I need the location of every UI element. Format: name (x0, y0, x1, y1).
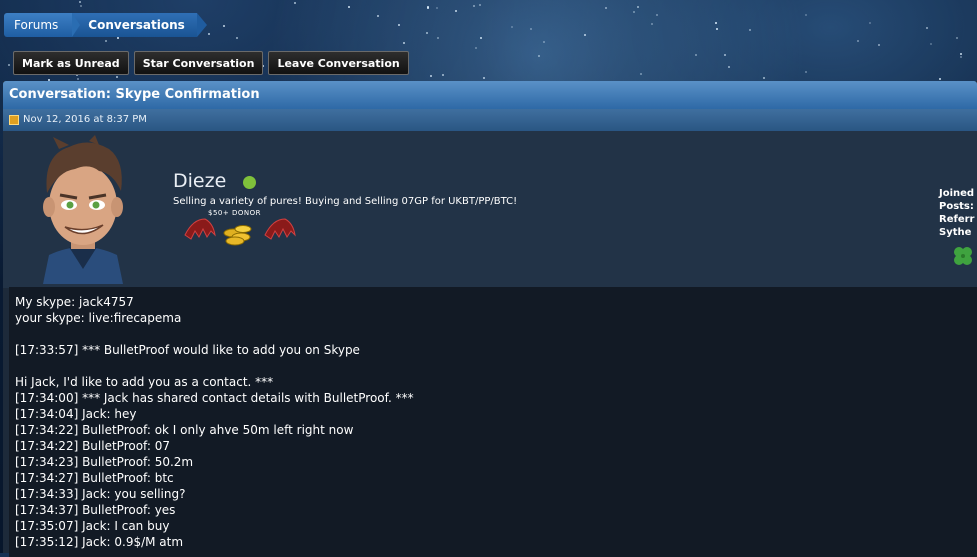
user-title: Selling a variety of pures! Buying and S… (173, 196, 518, 207)
star-decoration (480, 37, 482, 39)
star-decoration (926, 27, 928, 29)
star-decoration (430, 75, 432, 77)
star-decoration (473, 5, 475, 7)
breadcrumb: Forums Conversations (4, 13, 207, 37)
message-line: [17:34:04] Jack: hey (15, 407, 137, 421)
star-decoration (426, 32, 428, 34)
conversation-title: Conversation: Skype Confirmation (3, 81, 977, 109)
star-decoration (105, 40, 107, 42)
star-decoration (584, 34, 586, 36)
star-decoration (857, 40, 859, 42)
star-decoration (538, 55, 540, 57)
star-decoration (77, 78, 79, 80)
breadcrumb-conversations[interactable]: Conversations (72, 13, 207, 37)
breadcrumb-forums[interactable]: Forums (4, 13, 81, 37)
message-date[interactable]: Nov 12, 2016 at 8:37 PM (23, 109, 147, 131)
star-decoration (805, 14, 807, 16)
username[interactable]: Dieze (173, 170, 226, 192)
star-decoration (939, 78, 941, 80)
star-decoration (117, 37, 119, 39)
message-line: [17:35:12] Jack: 0.9$/M atm (15, 535, 184, 549)
mark-unread-button[interactable]: Mark as Unread (13, 51, 129, 75)
online-status-icon (243, 176, 256, 189)
stat-posts: Posts: (939, 201, 974, 212)
star-decoration (475, 47, 477, 49)
star-decoration (236, 37, 238, 39)
star-decoration (79, 1, 81, 3)
star-decoration (80, 5, 82, 7)
user-stats: Joined Posts: Referr Sythe (939, 187, 974, 239)
star-decoration (656, 14, 658, 16)
star-decoration (436, 7, 438, 9)
avatar[interactable] (29, 135, 137, 284)
message-body: My skype: jack4757 your skype: live:firec… (9, 287, 977, 557)
stat-referrals: Referr (939, 214, 975, 225)
message-icon (9, 115, 19, 125)
message-line: My skype: jack4757 (15, 295, 134, 309)
user-info: Dieze Selling a variety of pures! Buying… (3, 131, 977, 288)
star-decoration (728, 66, 730, 68)
star-decoration (651, 23, 653, 25)
message-line (15, 358, 977, 374)
message-line: [17:35:07] Jack: I can buy (15, 519, 170, 533)
message-line: [17:34:37] BulletProof: yes (15, 503, 176, 517)
stat-joined: Joined (939, 188, 975, 199)
star-decoration (377, 15, 379, 17)
star-decoration (427, 6, 429, 8)
star-decoration (8, 64, 10, 66)
message-line: [17:34:33] Jack: you selling? (15, 487, 186, 501)
star-decoration (543, 41, 545, 43)
star-decoration (956, 37, 958, 39)
star-decoration (637, 6, 639, 8)
star-decoration (716, 28, 718, 30)
star-decoration (294, 2, 296, 4)
star-decoration (483, 77, 485, 79)
star-decoration (805, 71, 807, 73)
message-line: [17:34:27] BulletProof: btc (15, 471, 174, 485)
star-decoration (960, 56, 962, 58)
star-decoration (605, 7, 607, 9)
star-decoration (455, 10, 457, 12)
star-decoration (530, 28, 532, 30)
star-decoration (749, 29, 751, 31)
clover-icon (954, 247, 972, 265)
message-line: your skype: live:firecapema (15, 311, 182, 325)
leave-conversation-button[interactable]: Leave Conversation (268, 51, 409, 75)
message-line (15, 326, 977, 342)
star-decoration (763, 77, 765, 79)
star-decoration (403, 42, 405, 44)
star-decoration (930, 43, 932, 45)
message-line: [17:34:22] BulletProof: 07 (15, 439, 170, 453)
star-decoration (715, 22, 717, 24)
star-conversation-button[interactable]: Star Conversation (133, 51, 264, 75)
star-decoration (442, 74, 444, 76)
stat-sythe: Sythe (939, 227, 972, 238)
donor-badge-icon (184, 218, 296, 246)
message-line: [17:34:22] BulletProof: ok I only ahve 5… (15, 423, 354, 437)
star-decoration (869, 22, 871, 24)
star-decoration (640, 73, 642, 75)
star-decoration (724, 54, 726, 56)
message-line: [17:34:00] *** Jack has shared contact d… (15, 391, 414, 405)
star-decoration (208, 33, 210, 35)
conversation-panel: Conversation: Skype Confirmation Nov 12,… (3, 81, 977, 557)
star-decoration (695, 54, 697, 56)
star-decoration (511, 26, 513, 28)
conversation-actions: Mark as Unread Star Conversation Leave C… (13, 51, 409, 75)
star-decoration (398, 24, 400, 26)
star-decoration (633, 11, 635, 13)
star-decoration (960, 53, 962, 55)
star-decoration (116, 76, 118, 78)
star-decoration (348, 6, 350, 8)
message-date-bar: Nov 12, 2016 at 8:37 PM (3, 109, 977, 131)
message-line: Hi Jack, I'd like to add you as a contac… (15, 375, 274, 389)
message-line: [17:34:23] BulletProof: 50.2m (15, 455, 194, 469)
message-line: [17:33:57] *** BulletProof would like to… (15, 343, 360, 357)
star-decoration (878, 44, 880, 46)
star-decoration (437, 37, 439, 39)
star-decoration (479, 4, 481, 6)
star-decoration (223, 25, 225, 27)
